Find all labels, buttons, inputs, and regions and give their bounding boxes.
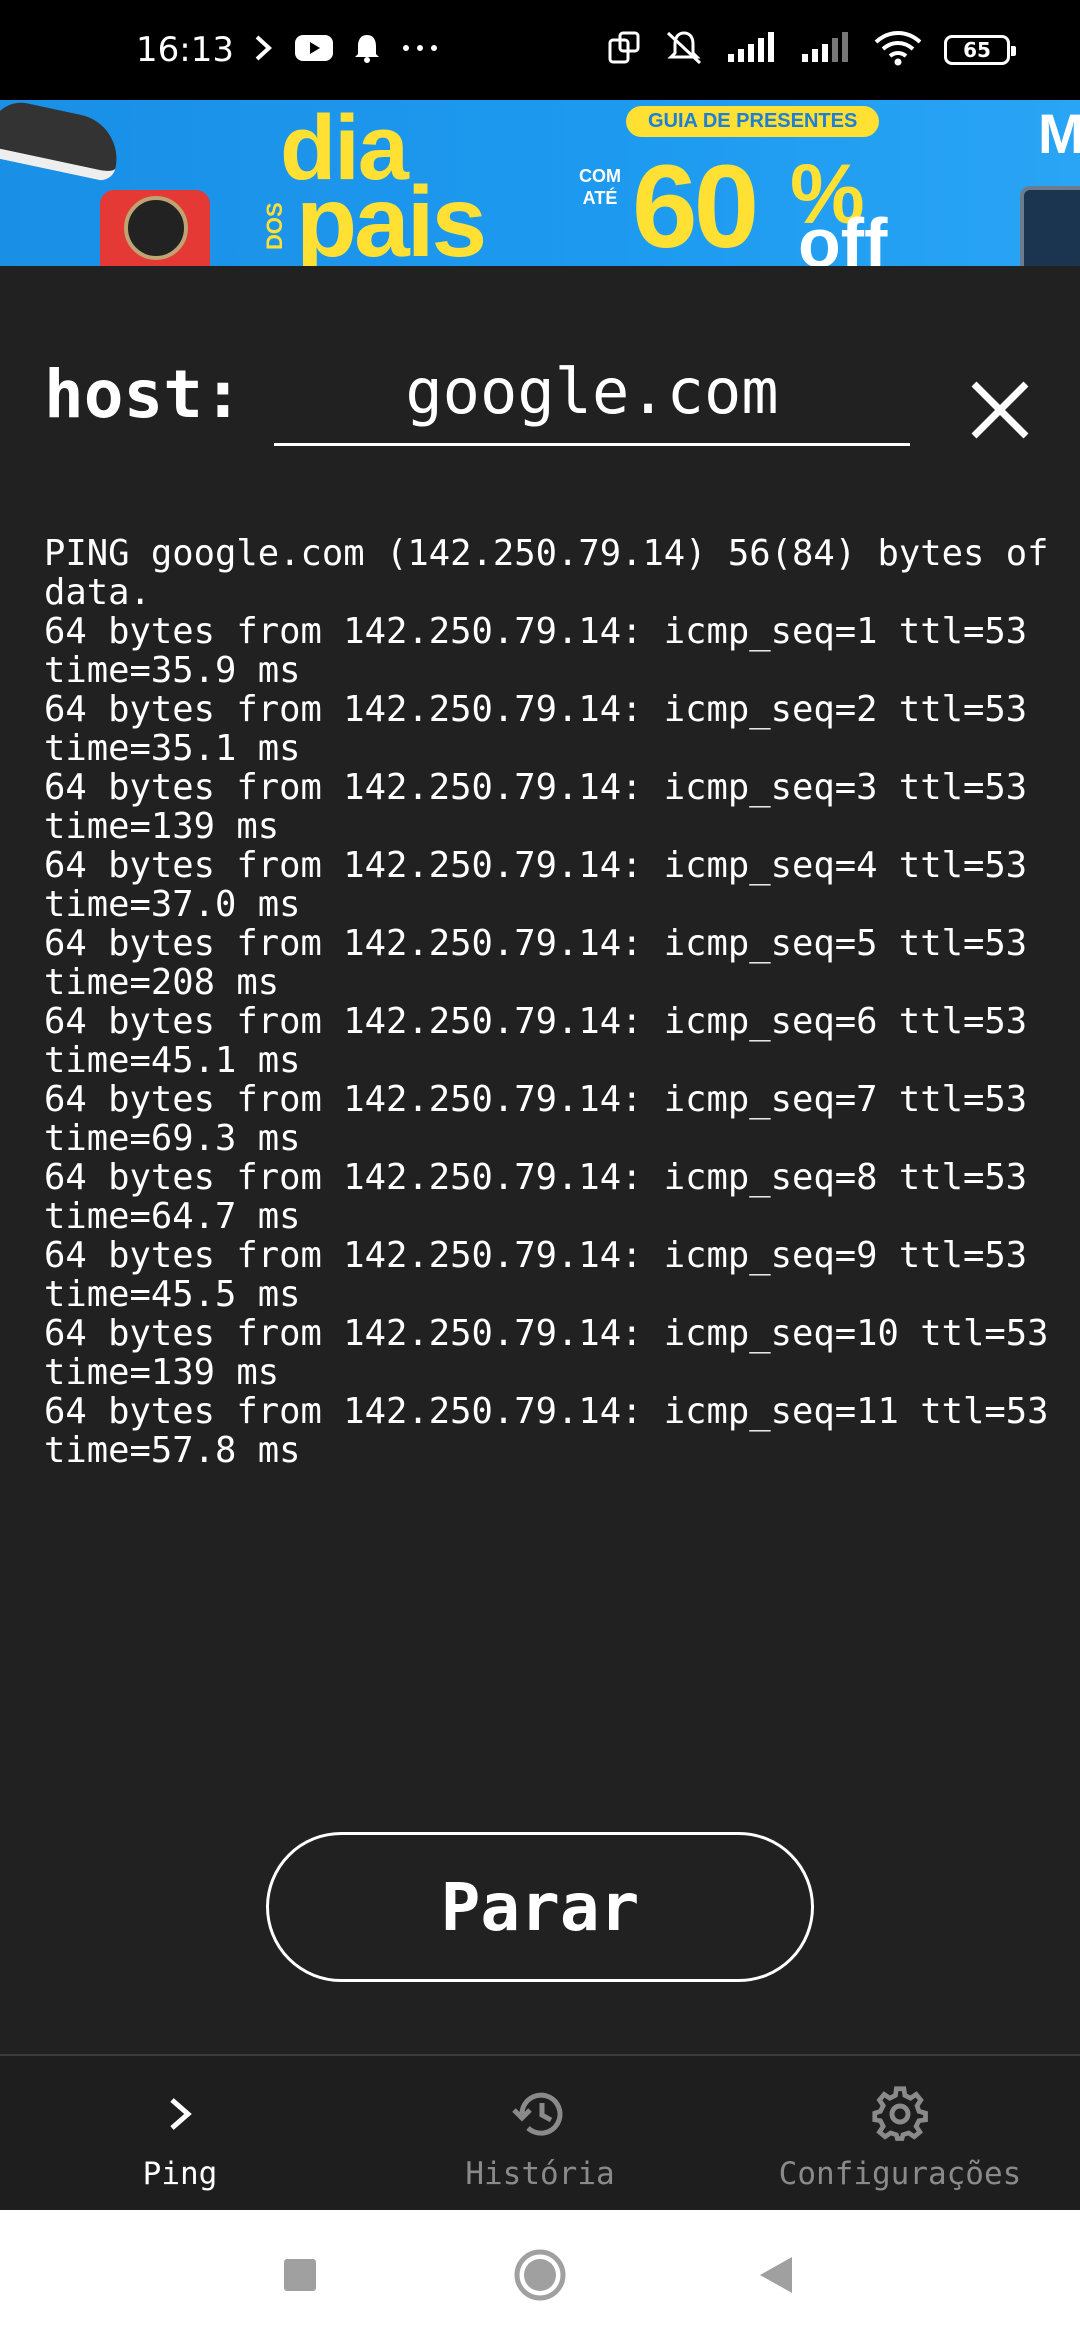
ping-output-line: 64 bytes from 142.250.79.14: icmp_seq=6 … [44,1001,1049,1081]
status-bar: 16:13 65 [0,0,1080,100]
ping-output-line: 64 bytes from 142.250.79.14: icmp_seq=8 … [44,1157,1049,1237]
recents-button[interactable] [240,2210,360,2340]
signal-icon [726,32,778,68]
ping-output-line: 64 bytes from 142.250.79.14: icmp_seq=11… [44,1391,1070,1471]
ad-title-pais: pais [296,166,487,266]
ad-guia-badge: GUIA DE PRESENTES [626,106,880,137]
nav-label-historia: História [465,2156,615,2192]
bottom-nav: Ping História Configurações [0,2054,1080,2210]
battery-icon: 65 [944,35,1016,65]
host-label: host: [44,356,243,433]
ad-watch-face [124,196,188,260]
ping-output-line: 64 bytes from 142.250.79.14: icmp_seq=10… [44,1313,1070,1393]
nav-label-configuracoes: Configurações [778,2156,1022,2192]
nav-label-ping: Ping [142,2156,218,2192]
nav-item-ping[interactable]: Ping [0,2056,360,2210]
host-input[interactable] [274,350,910,446]
back-button[interactable] [716,2210,836,2340]
recents-square-icon [284,2259,316,2291]
ad-brand-letter: M [1038,102,1080,165]
clear-button[interactable] [960,370,1040,450]
history-icon [510,2084,570,2144]
ad-com-ate: COM ATÉ [579,166,621,208]
youtube-icon [294,33,334,67]
system-nav [0,2210,1080,2340]
status-time: 16:13 [136,30,234,70]
bell-icon [352,32,382,68]
close-icon [971,381,1029,439]
battery-level: 65 [963,38,991,62]
ping-output-line: 64 bytes from 142.250.79.14: icmp_seq=9 … [44,1235,1049,1315]
home-circle-icon [514,2249,566,2301]
more-icon [400,33,440,67]
nav-item-historia[interactable]: História [360,2056,720,2210]
ping-output-line: 64 bytes from 142.250.79.14: icmp_seq=1 … [44,611,1049,691]
ping-output-line: PING google.com (142.250.79.14) 56(84) b… [44,533,1070,613]
status-left: 16:13 [136,0,440,100]
ping-output-line: 64 bytes from 142.250.79.14: icmp_seq=7 … [44,1079,1049,1159]
gear-icon [870,2084,930,2144]
ad-phone-image [1020,186,1080,266]
ping-output-line: 64 bytes from 142.250.79.14: icmp_seq=5 … [44,923,1049,1003]
status-right: 65 [606,0,1016,100]
chevron-right-icon [150,2084,210,2144]
ad-discount-value: 60 [632,141,759,266]
ad-title-dos: DOS [262,202,287,250]
screen-rotate-icon [606,30,642,70]
chevron-right-icon [252,33,276,67]
ad-shoe-image [0,100,125,183]
ad-banner[interactable]: dia DOS pais COM ATÉ GUIA DE PRESENTES 6… [0,100,1080,266]
nav-item-configuracoes[interactable]: Configurações [720,2056,1080,2210]
vibrate-off-icon [664,29,704,71]
ping-output-line: 64 bytes from 142.250.79.14: icmp_seq=2 … [44,689,1049,769]
ping-output-line: 64 bytes from 142.250.79.14: icmp_seq=3 … [44,767,1049,847]
ad-discount-off: off [798,204,888,266]
wifi-icon [874,30,922,70]
ping-output-line: 64 bytes from 142.250.79.14: icmp_seq=4 … [44,845,1049,925]
home-button[interactable] [480,2210,600,2340]
stop-button[interactable]: Parar [266,1832,814,1982]
ping-output: PING google.com (142.250.79.14) 56(84) b… [44,534,1054,1470]
signal-icon [800,32,852,68]
back-triangle-icon [760,2257,792,2293]
